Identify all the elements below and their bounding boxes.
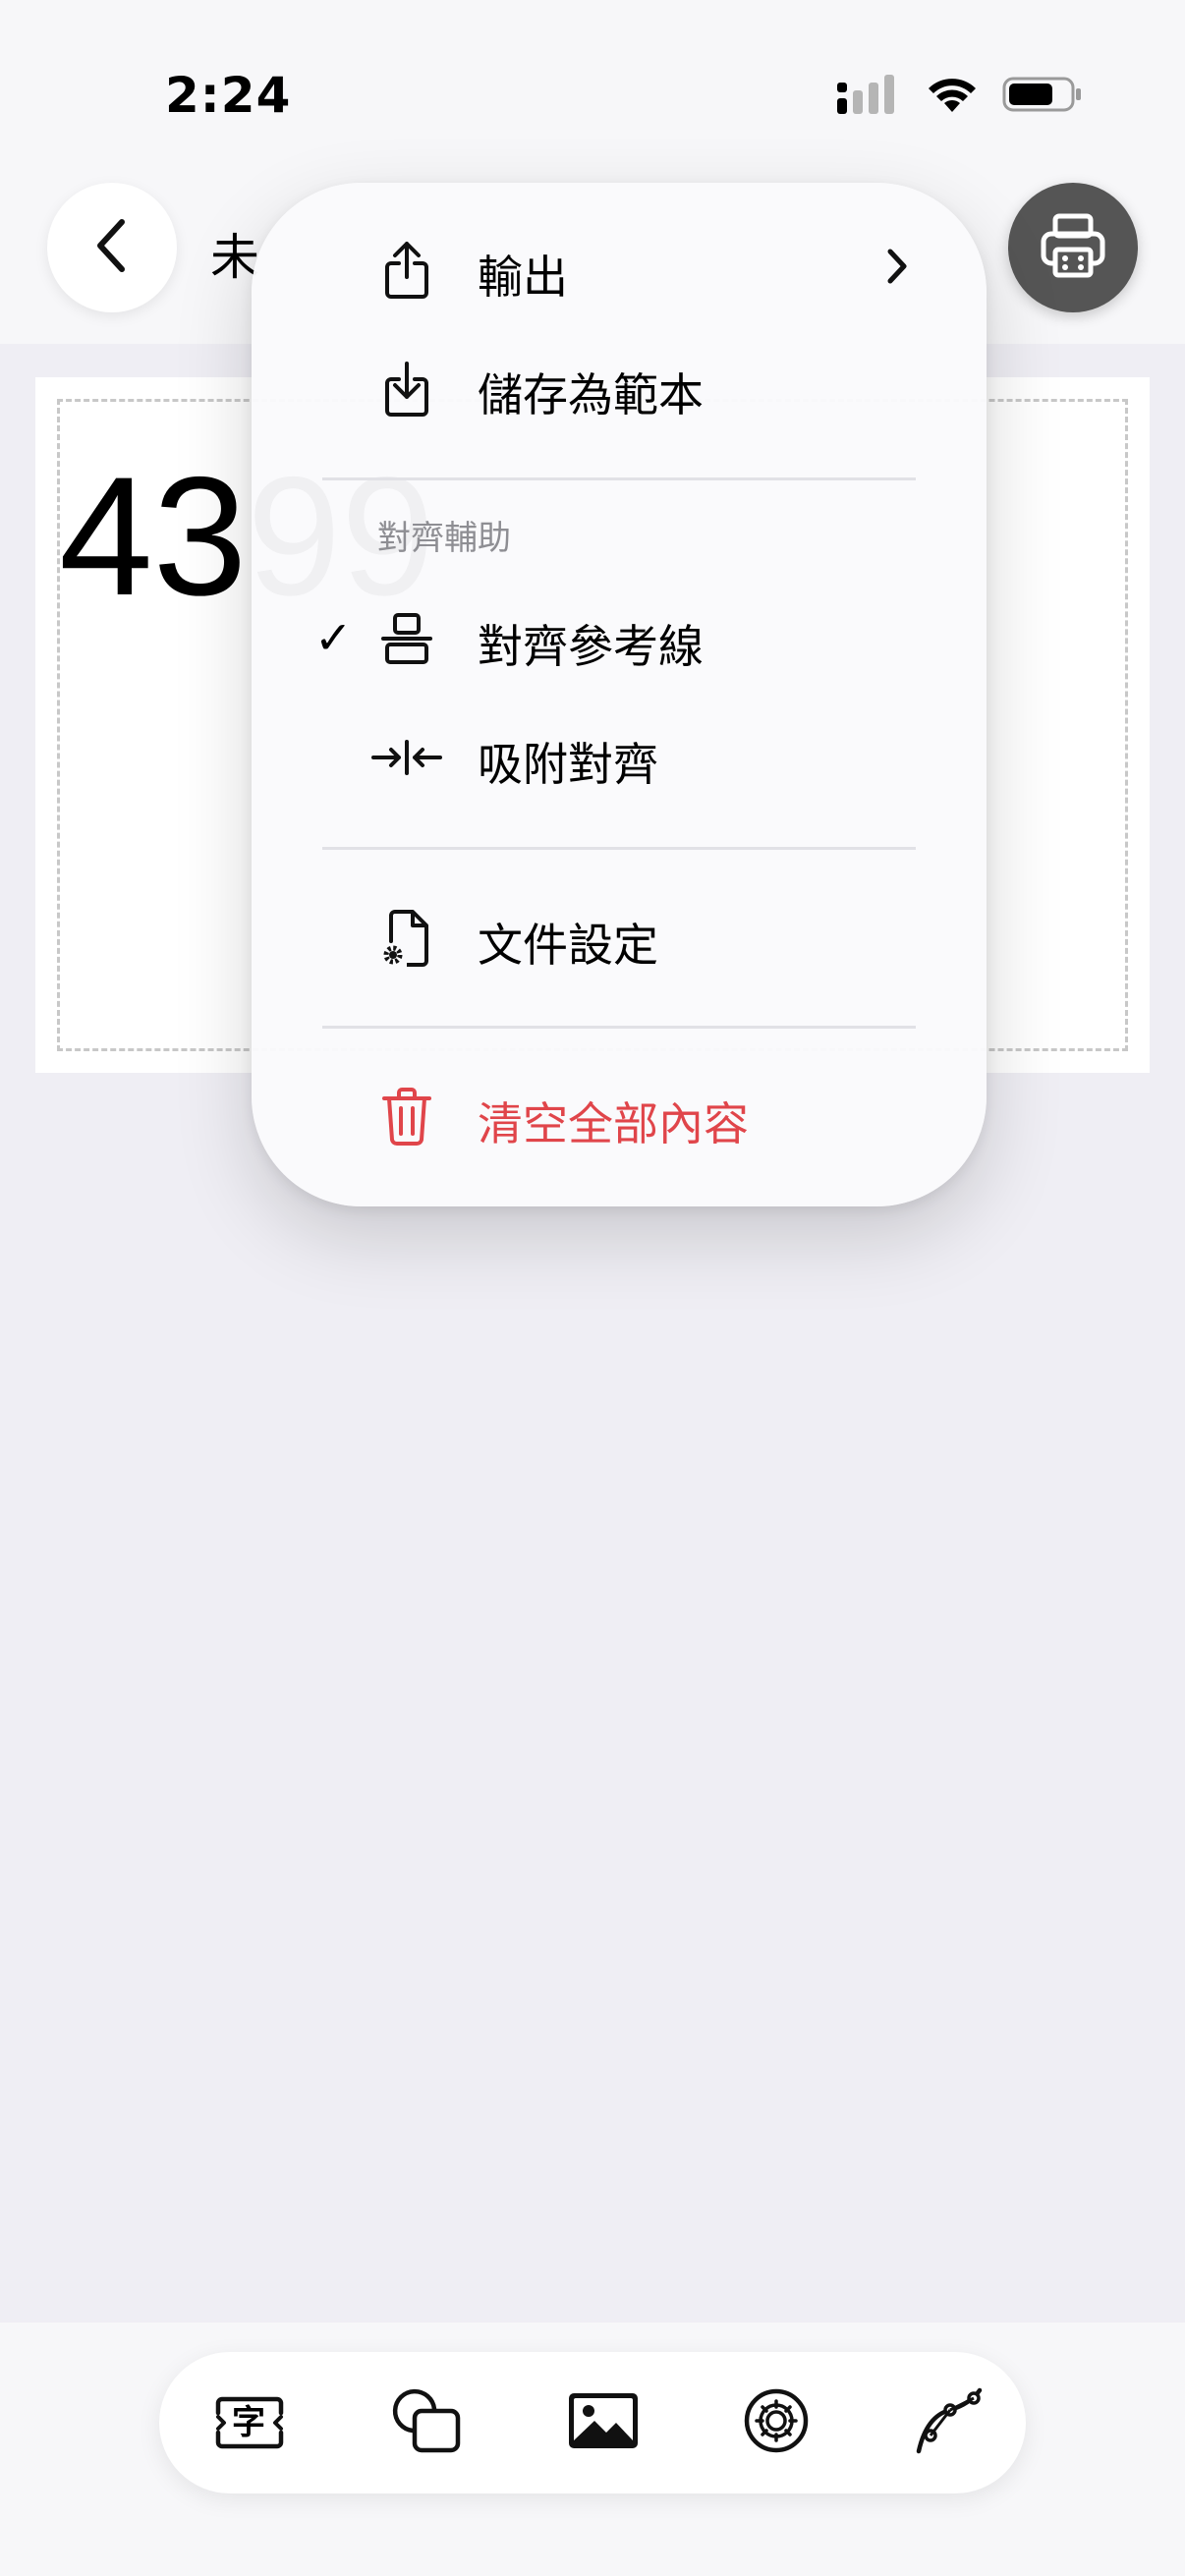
menu-divider [322, 847, 916, 850]
battery-icon [1002, 75, 1083, 118]
pen-tool-button[interactable] [902, 2376, 996, 2470]
bottom-toolbar: 字 [159, 2352, 1026, 2493]
signal-icon [837, 75, 902, 118]
print-button[interactable] [1008, 183, 1138, 312]
menu-item-label: 輸出 [478, 251, 568, 304]
snap-align-icon [371, 725, 442, 790]
download-icon [371, 356, 442, 420]
menu-item-align-guides[interactable]: ✓ 對齊參考線 [252, 586, 987, 694]
shape-tool-button[interactable] [379, 2376, 474, 2470]
checkmark-icon: ✓ [314, 611, 353, 664]
text-tool-icon: 字 [214, 2395, 285, 2450]
chevron-left-icon [92, 216, 132, 279]
menu-item-clear-all[interactable]: 清空全部內容 [252, 1063, 987, 1171]
menu-item-label: 吸附對齊 [478, 738, 658, 791]
trash-icon [371, 1085, 442, 1149]
menu-item-label: 清空全部內容 [478, 1097, 749, 1150]
menu-divider [322, 477, 916, 480]
menu-item-save-template[interactable]: 儲存為範本 [252, 334, 987, 442]
back-button[interactable] [47, 183, 177, 312]
printer-icon [1038, 210, 1108, 285]
menu-section-header: 對齊輔助 [377, 519, 511, 558]
align-guides-icon [371, 607, 442, 672]
symbol-tool-button[interactable] [729, 2376, 823, 2470]
pen-tool-icon [913, 2384, 986, 2461]
status-time: 2:24 [165, 67, 292, 124]
menu-item-label: 對齊參考線 [478, 620, 704, 673]
menu-item-snap-align[interactable]: 吸附對齊 [252, 703, 987, 812]
wifi-icon [926, 75, 979, 118]
menu-item-document-settings[interactable]: 文件設定 [252, 884, 987, 992]
shape-tool-icon [391, 2387, 462, 2458]
menu-divider [322, 1026, 916, 1029]
share-icon [371, 238, 442, 303]
symbol-tool-icon [743, 2387, 810, 2458]
menu-item-label: 文件設定 [478, 919, 658, 972]
chevron-right-icon [882, 242, 912, 295]
document-gear-icon [371, 906, 442, 971]
image-tool-button[interactable] [556, 2376, 650, 2470]
text-tool-glyph: 字 [232, 2403, 265, 2442]
text-tool-button[interactable]: 字 [202, 2376, 297, 2470]
status-icons [837, 75, 1083, 118]
menu-item-label: 儲存為範本 [478, 368, 704, 421]
image-tool-icon [567, 2391, 640, 2454]
menu-item-export[interactable]: 輸出 [252, 216, 987, 324]
